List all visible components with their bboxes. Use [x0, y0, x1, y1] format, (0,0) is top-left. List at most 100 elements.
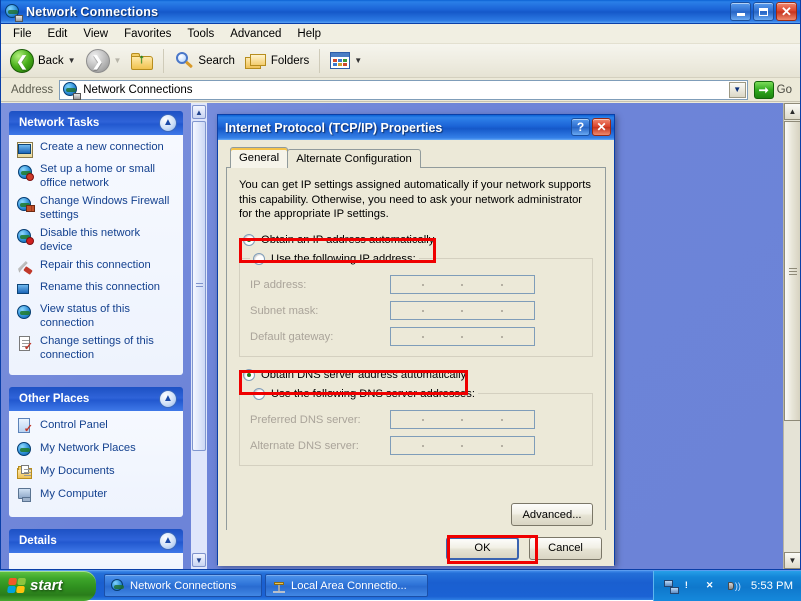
panel-header-details[interactable]: Details ▲ [9, 529, 183, 553]
forward-arrow-icon: ❯ [86, 49, 110, 73]
forward-button[interactable]: ❯ ▼ [81, 47, 127, 75]
task-button-local-area-connection[interactable]: Local Area Connectio... [265, 574, 428, 597]
default-gateway-input[interactable] [390, 327, 535, 346]
views-dropdown-icon[interactable]: ▼ [354, 56, 362, 65]
search-button[interactable]: Search [169, 47, 239, 75]
menu-item-advanced[interactable]: Advanced [222, 26, 289, 42]
panel-header-other-places[interactable]: Other Places ▲ [9, 387, 183, 411]
scroll-down-icon[interactable]: ▼ [784, 552, 800, 569]
back-button[interactable]: ❮ Back ▼ [5, 47, 81, 75]
menu-item-edit[interactable]: Edit [40, 26, 76, 42]
network-status-icon[interactable] [664, 579, 679, 594]
scroll-up-icon[interactable]: ▲ [192, 105, 206, 119]
task-button-network-connections[interactable]: Network Connections [104, 574, 262, 597]
ip-address-input[interactable] [390, 275, 535, 294]
tab-alternate-configuration[interactable]: Alternate Configuration [287, 149, 421, 168]
new-connection-icon [17, 142, 33, 158]
menu-item-favorites[interactable]: Favorites [116, 26, 179, 42]
menu-item-help[interactable]: Help [289, 26, 329, 42]
network-globe-icon [5, 4, 21, 20]
panel-header-network-tasks[interactable]: Network Tasks ▲ [9, 111, 183, 135]
chevron-up-icon[interactable]: ▲ [159, 390, 177, 408]
minimize-button[interactable] [730, 2, 751, 21]
volume-icon[interactable]: )) [727, 579, 742, 594]
toolbar: ❮ Back ▼ ❯ ▼ ↑ Search Folders [1, 44, 800, 78]
start-button[interactable]: start [0, 571, 96, 601]
folder-up-icon: ↑ [131, 52, 153, 70]
change-settings-icon: ✓ [17, 336, 33, 352]
close-button[interactable]: ✕ [776, 2, 797, 21]
panel-details: Details ▲ [9, 529, 183, 569]
dialog-close-button[interactable]: ✕ [592, 118, 611, 136]
alert-shield-icon[interactable]: ✕ [706, 579, 721, 594]
scrollbar-thumb[interactable] [784, 121, 800, 421]
scroll-down-icon[interactable]: ▼ [192, 553, 206, 567]
maximize-button[interactable] [753, 2, 774, 21]
window-title-bar: Network Connections ✕ [1, 0, 800, 24]
sidebar-item-rename-connection[interactable]: Rename this connection [17, 281, 175, 298]
sidebar-item-label: Repair this connection [40, 259, 151, 273]
advanced-button[interactable]: Advanced... [511, 503, 593, 526]
subnet-mask-input[interactable] [390, 301, 535, 320]
sidebar-item-my-computer[interactable]: My Computer [17, 486, 175, 503]
dialog-body: General Alternate Configuration You can … [218, 140, 614, 566]
windows-flag-icon [7, 578, 26, 594]
menu-item-file[interactable]: File [5, 26, 40, 42]
ok-button[interactable]: OK [446, 537, 519, 560]
help-button[interactable]: ? [571, 118, 590, 136]
sidebar-item-repair-connection[interactable]: Repair this connection [17, 259, 175, 276]
cancel-button[interactable]: Cancel [529, 537, 602, 560]
menu-item-view[interactable]: View [75, 26, 116, 42]
alternate-dns-input[interactable] [390, 436, 535, 455]
subnet-mask-row: Subnet mask: [250, 300, 582, 322]
my-computer-icon [17, 487, 33, 503]
scrollbar-thumb[interactable] [192, 121, 206, 451]
go-button[interactable]: ➞ Go [748, 81, 798, 99]
menu-bar: File Edit View Favorites Tools Advanced … [1, 24, 800, 44]
radio-label: Obtain DNS server address automatically [261, 369, 466, 381]
sidebar-item-my-documents[interactable]: My Documents [17, 463, 175, 480]
use-following-dns-group: Use the following DNS server addresses: … [239, 385, 593, 466]
dialog-title-bar: Internet Protocol (TCP/IP) Properties ? … [218, 115, 614, 140]
preferred-dns-row: Preferred DNS server: [250, 409, 582, 431]
address-input[interactable]: Network Connections ▼ [59, 80, 747, 100]
views-button[interactable]: ▼ [325, 47, 367, 75]
ip-address-label: IP address: [250, 279, 390, 291]
sidebar-item-change-firewall-settings[interactable]: Change Windows Firewall settings [17, 195, 175, 222]
chevron-up-icon[interactable]: ▲ [159, 114, 177, 132]
warning-shield-icon[interactable]: ! [685, 579, 700, 594]
use-following-dns-radio[interactable]: Use the following DNS server addresses: [253, 385, 475, 403]
address-bar: Address Network Connections ▼ ➞ Go [1, 78, 800, 102]
sidebar-item-label: My Computer [40, 488, 107, 502]
sidebar-item-change-settings[interactable]: ✓ Change settings of this connection [17, 335, 175, 362]
sidebar-item-setup-home-network[interactable]: Set up a home or small office network [17, 163, 175, 190]
subnet-mask-label: Subnet mask: [250, 305, 390, 317]
obtain-ip-automatically-radio[interactable]: Obtain an IP address automatically [243, 231, 593, 249]
intro-text: You can get IP settings assigned automat… [239, 178, 593, 222]
sidebar-item-label: Rename this connection [40, 281, 160, 295]
folders-button[interactable]: Folders [240, 47, 314, 75]
task-button-label: Local Area Connectio... [291, 580, 407, 592]
panel-other-places: Other Places ▲ ✓ Control Panel My Networ… [9, 387, 183, 517]
use-following-ip-radio[interactable]: Use the following IP address: [253, 250, 416, 268]
sidebar-item-label: Disable this network device [40, 227, 175, 254]
scroll-up-icon[interactable]: ▲ [784, 103, 800, 120]
preferred-dns-input[interactable] [390, 410, 535, 429]
clock[interactable]: 5:53 PM [751, 580, 793, 592]
sidebar-item-disable-network-device[interactable]: Disable this network device [17, 227, 175, 254]
tab-general[interactable]: General [230, 147, 288, 168]
sidebar-item-label: View status of this connection [40, 303, 175, 330]
up-button[interactable]: ↑ [126, 47, 158, 75]
menu-item-tools[interactable]: Tools [179, 26, 222, 42]
sidebar-scrollbar[interactable]: ▲ ▼ [191, 103, 207, 569]
sidebar-item-my-network-places[interactable]: My Network Places [17, 440, 175, 457]
sidebar-item-view-status[interactable]: View status of this connection [17, 303, 175, 330]
sidebar-item-control-panel[interactable]: ✓ Control Panel [17, 417, 175, 434]
back-dropdown-icon[interactable]: ▼ [68, 56, 76, 65]
content-scrollbar[interactable]: ▲ ▼ [783, 103, 800, 569]
obtain-dns-automatically-radio[interactable]: Obtain DNS server address automatically [243, 366, 593, 384]
sidebar-item-create-new-connection[interactable]: Create a new connection [17, 141, 175, 158]
use-following-dns-legend: Use the following DNS server addresses: [250, 385, 478, 403]
address-dropdown-icon[interactable]: ▼ [729, 82, 746, 98]
chevron-up-icon[interactable]: ▲ [159, 532, 177, 550]
